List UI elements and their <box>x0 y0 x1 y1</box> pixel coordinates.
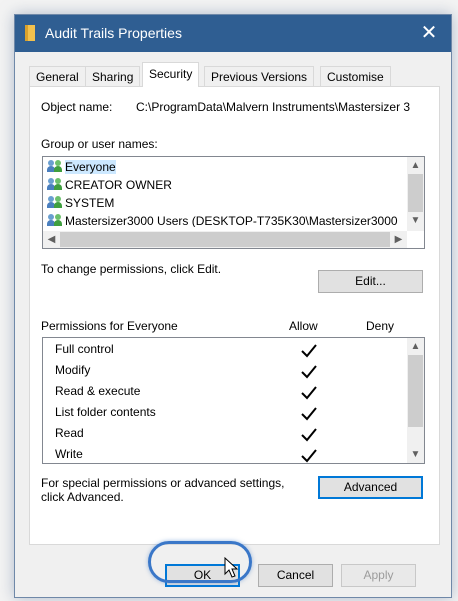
tab-security[interactable]: Security <box>142 62 200 87</box>
allow-column-header: Allow <box>289 319 318 333</box>
tab-general[interactable]: General <box>29 66 86 86</box>
tab-customise[interactable]: Customise <box>320 66 391 86</box>
checkmark-icon <box>301 407 317 421</box>
edit-button[interactable]: Edit... <box>318 270 423 293</box>
scroll-down-arrow-icon[interactable]: ▼ <box>407 446 424 463</box>
group-name: Mastersizer3000 Users (DESKTOP-T735K30\M… <box>65 214 398 227</box>
deny-column-header: Deny <box>366 319 395 333</box>
group-names-label: Group or user names: <box>41 137 158 151</box>
group-name: Everyone <box>65 160 116 174</box>
permission-name: Read & execute <box>55 384 141 398</box>
permission-name: Write <box>55 447 83 461</box>
title-bar[interactable]: Audit Trails Properties ✕ <box>15 15 451 52</box>
security-panel: Object name: C:\ProgramData\Malvern Inst… <box>29 86 440 545</box>
permission-name: Modify <box>55 363 91 377</box>
scroll-up-arrow-icon[interactable]: ▲ <box>407 157 424 174</box>
properties-dialog: Audit Trails Properties ✕ General Sharin… <box>14 14 452 598</box>
scroll-right-arrow-icon[interactable]: ▶ <box>390 231 407 248</box>
close-button[interactable]: ✕ <box>407 15 451 52</box>
user-group-icon <box>47 214 63 227</box>
checkmark-icon <box>301 449 317 463</box>
permission-name: List folder contents <box>55 405 156 419</box>
special-permissions-hint: For special permissions or advanced sett… <box>41 476 285 490</box>
permissions-header: Permissions for Everyone <box>41 319 178 333</box>
permission-name: Read <box>55 426 84 440</box>
tab-previous-versions[interactable]: Previous Versions <box>204 66 315 86</box>
scroll-thumb[interactable] <box>408 174 423 212</box>
scroll-up-arrow-icon[interactable]: ▲ <box>407 338 424 355</box>
checkmark-icon <box>301 344 317 358</box>
change-permissions-hint: To change permissions, click Edit. <box>41 262 222 276</box>
group-list-hscrollbar[interactable]: ◀ ▶ <box>43 231 407 248</box>
scroll-down-arrow-icon[interactable]: ▼ <box>407 212 424 229</box>
group-name: CREATOR OWNER <box>65 178 172 192</box>
user-group-icon <box>47 160 63 173</box>
permissions-vscrollbar[interactable]: ▲ ▼ <box>407 338 424 463</box>
window-title: Audit Trails Properties <box>45 25 182 41</box>
permissions-list[interactable]: Full control Modify Read & execute List … <box>42 337 425 464</box>
tab-sharing[interactable]: Sharing <box>85 66 141 86</box>
checkmark-icon <box>301 365 317 379</box>
list-item[interactable]: CREATOR OWNER <box>47 178 172 196</box>
scroll-thumb[interactable] <box>60 232 390 247</box>
user-group-icon <box>47 196 63 209</box>
permission-name: Full control <box>55 342 114 356</box>
list-item[interactable]: SYSTEM <box>47 196 114 214</box>
list-item[interactable]: Everyone <box>47 160 116 178</box>
group-user-list[interactable]: Everyone CREATOR OWNER SYSTEM Mastersize… <box>42 156 425 249</box>
special-permissions-hint-line2: click Advanced. <box>41 490 124 504</box>
checkmark-icon <box>301 386 317 400</box>
cancel-button[interactable]: Cancel <box>258 564 333 587</box>
object-name-label: Object name: <box>41 100 113 114</box>
mouse-pointer-icon <box>224 557 239 578</box>
checkmark-icon <box>301 428 317 442</box>
group-list-vscrollbar[interactable]: ▲ ▼ <box>407 157 424 231</box>
group-name: SYSTEM <box>65 196 115 210</box>
scroll-thumb[interactable] <box>408 355 423 427</box>
advanced-button[interactable]: Advanced <box>318 476 423 499</box>
object-name-value: C:\ProgramData\Malvern Instruments\Maste… <box>136 100 411 114</box>
user-group-icon <box>47 178 63 191</box>
list-item[interactable]: Mastersizer3000 Users (DESKTOP-T735K30\M… <box>47 214 405 227</box>
folder-icon <box>25 25 35 41</box>
apply-button[interactable]: Apply <box>341 564 416 587</box>
scroll-left-arrow-icon[interactable]: ◀ <box>43 231 60 248</box>
